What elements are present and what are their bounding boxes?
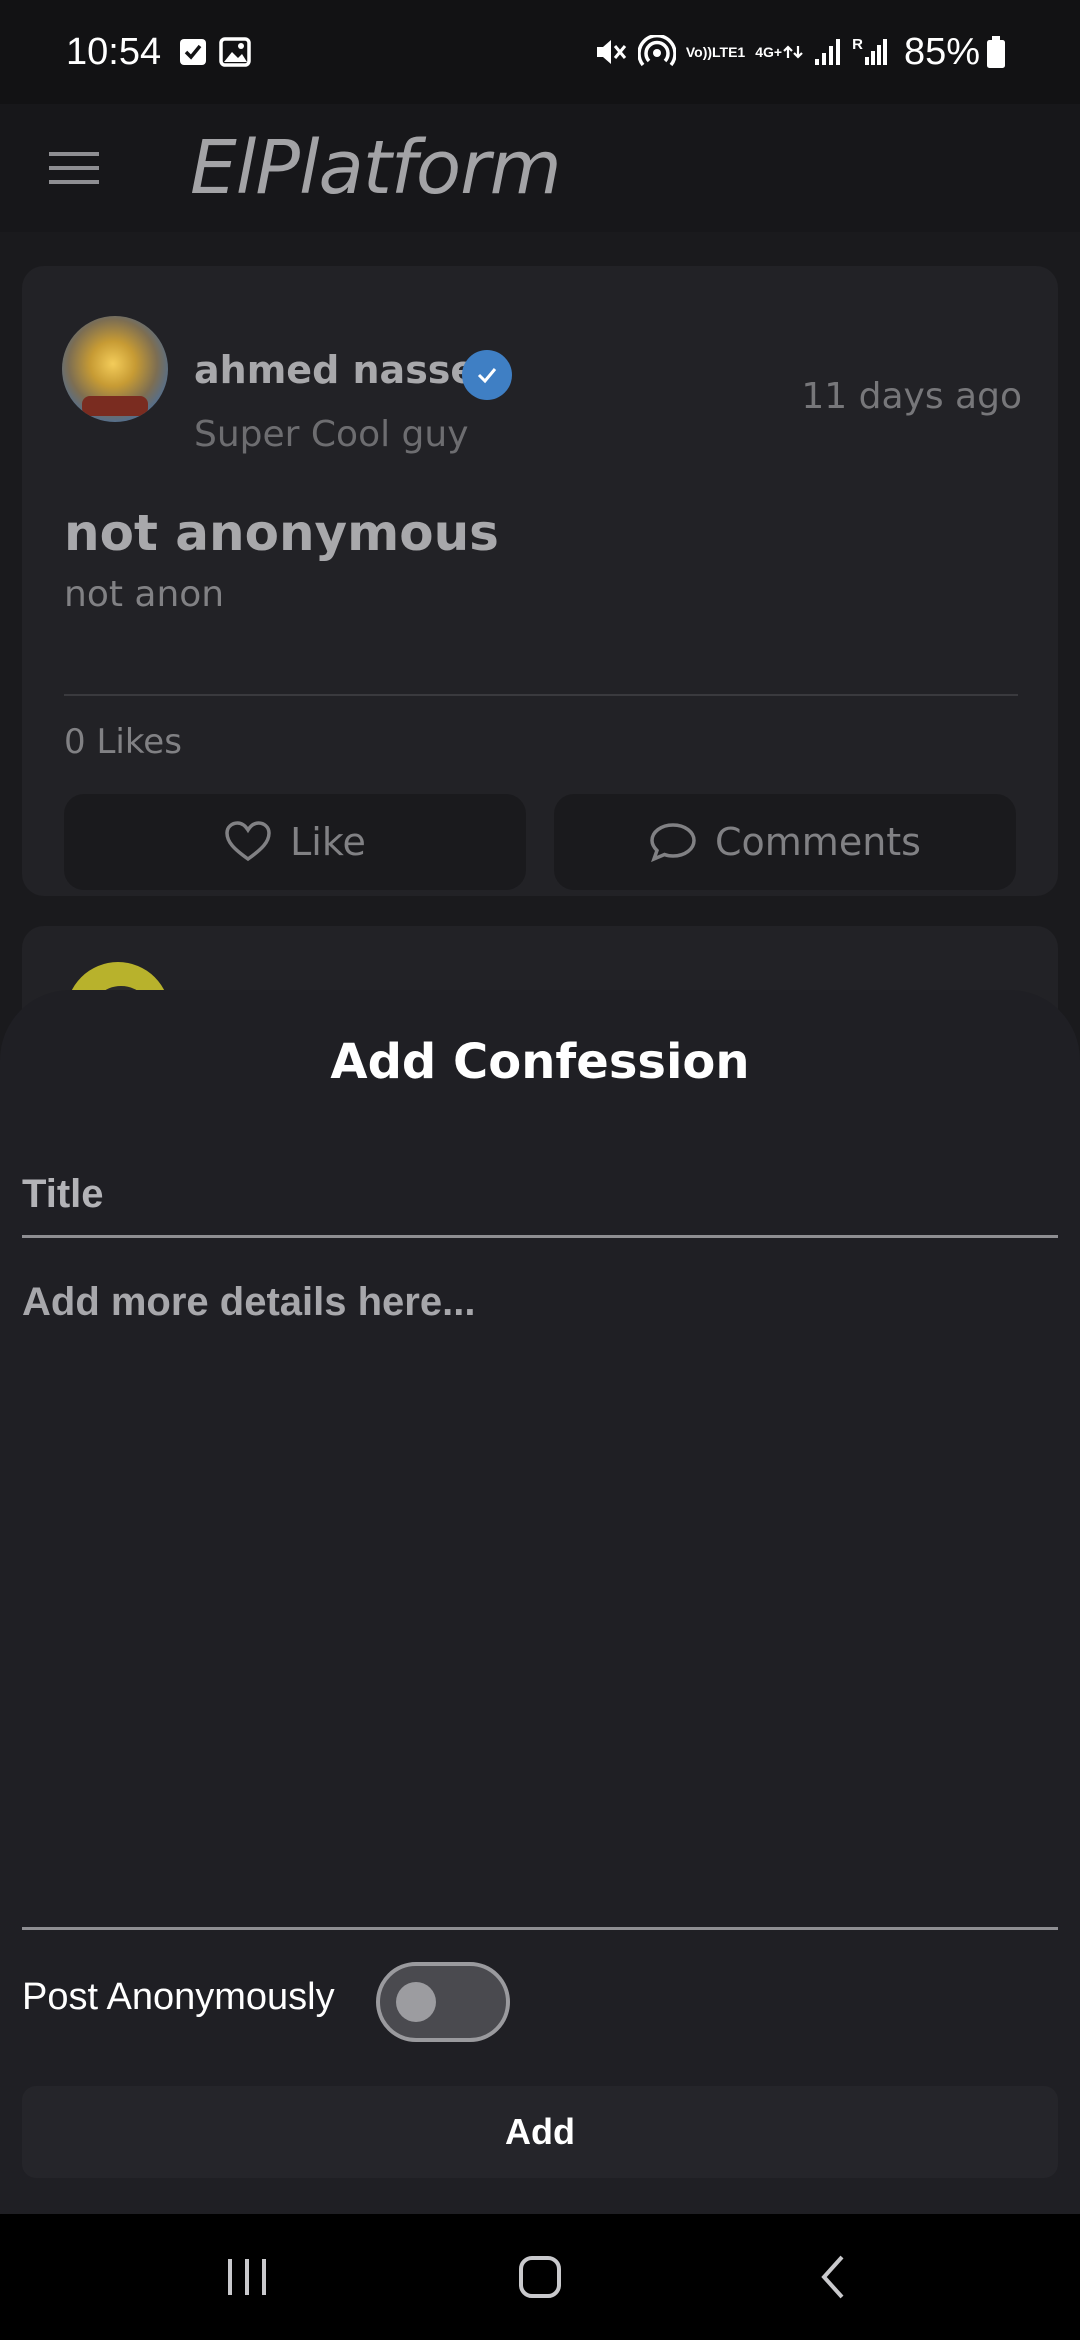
- network-type-label: 4G+: [755, 43, 783, 60]
- menu-button[interactable]: [24, 118, 124, 218]
- toggle-knob: [396, 1982, 436, 2022]
- navigation-bar: [0, 2214, 1080, 2340]
- volte-indicator: Vo)) LTE1: [685, 43, 746, 60]
- post-divider: [64, 694, 1018, 696]
- status-bar: 10:54 Vo)) LTE1 4G+ R 85%: [0, 0, 1080, 104]
- roaming-signal-icon: R: [852, 37, 888, 67]
- post-author-name[interactable]: ahmed nasser: [194, 348, 495, 392]
- battery-icon: [986, 35, 1006, 69]
- details-textarea[interactable]: [22, 1280, 1058, 1930]
- title-input[interactable]: [22, 1154, 1058, 1238]
- hotspot-icon: [637, 35, 676, 69]
- post-timestamp: 11 days ago: [801, 376, 1022, 417]
- comments-button[interactable]: Comments: [554, 794, 1016, 890]
- app-title: ElPlatform: [190, 125, 562, 211]
- post-anonymously-label: Post Anonymously: [22, 1976, 335, 2018]
- verified-badge-icon: [462, 350, 512, 400]
- battery-percentage: 85%: [903, 30, 980, 73]
- signal-strength-icon: [814, 37, 842, 67]
- back-button[interactable]: [773, 2227, 893, 2327]
- volte-bottom-label: LTE1: [712, 43, 746, 60]
- home-icon: [518, 2256, 561, 2298]
- post-body: not anon: [64, 574, 225, 615]
- recent-apps-icon: [227, 2259, 266, 2295]
- sheet-title: Add Confession: [330, 1034, 750, 1090]
- post-anonymously-toggle[interactable]: [376, 1962, 510, 2042]
- post-card: ahmed nasser Super Cool guy 11 days ago …: [22, 266, 1058, 896]
- back-chevron-icon: [821, 2255, 844, 2299]
- app-bar: ElPlatform: [0, 104, 1080, 232]
- heart-icon: [225, 821, 271, 862]
- comment-bubble-icon: [650, 823, 696, 863]
- gallery-notification-icon: [219, 37, 251, 67]
- mute-icon: [594, 36, 628, 68]
- status-bar-right: Vo)) LTE1 4G+ R 85%: [594, 31, 1016, 74]
- like-button-label: Like: [290, 820, 366, 864]
- recent-apps-button[interactable]: [187, 2227, 307, 2327]
- roaming-label: R: [852, 36, 863, 53]
- volte-top-label: Vo)): [685, 43, 713, 60]
- post-author-subtitle: Super Cool guy: [194, 414, 469, 455]
- add-confession-sheet: Add Confession Post Anonymously Add: [0, 990, 1080, 2214]
- network-type-indicator: 4G+: [755, 43, 804, 60]
- checkbox-notification-icon: [179, 37, 207, 67]
- comments-button-label: Comments: [715, 820, 921, 864]
- status-time: 10:54: [66, 30, 162, 73]
- add-button[interactable]: Add: [22, 2086, 1058, 2178]
- post-title: not anonymous: [64, 504, 499, 562]
- likes-count: 0 Likes: [64, 722, 182, 762]
- avatar[interactable]: [62, 316, 168, 422]
- status-bar-left: 10:54: [66, 31, 263, 74]
- home-button[interactable]: [480, 2227, 600, 2327]
- hamburger-menu-icon: [49, 152, 99, 184]
- like-button[interactable]: Like: [64, 794, 526, 890]
